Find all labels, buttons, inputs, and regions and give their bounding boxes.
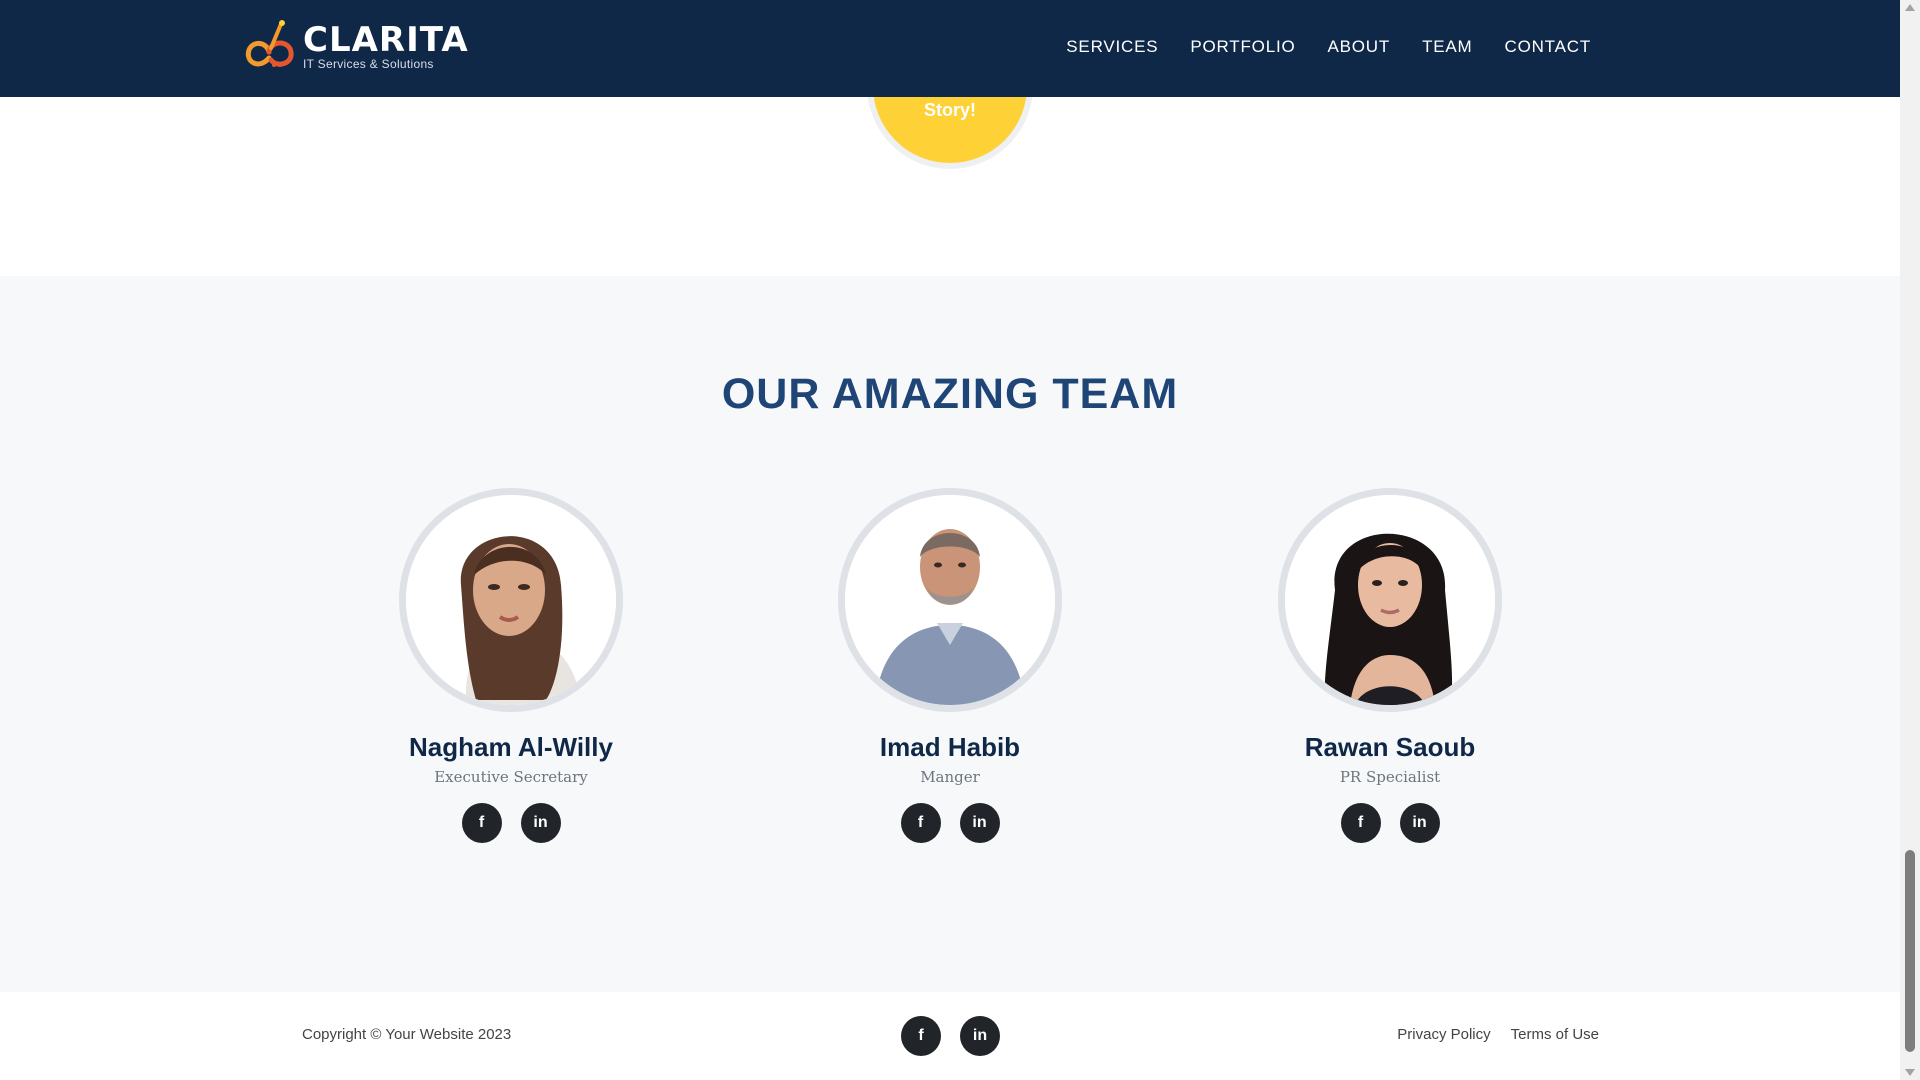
member-social-links: f in [730,803,1170,843]
team-member: Imad Habib Manger f in [730,488,1170,843]
member-avatar [399,488,623,712]
brand-name: CLARITA [303,19,469,60]
member-avatar [838,488,1062,712]
team-member: Nagham Al-Willy Executive Secretary f in [291,488,731,843]
terms-of-use-link[interactable]: Terms of Use [1511,1026,1599,1043]
story-label: Story! [923,100,976,120]
member-social-links: f in [1170,803,1610,843]
scroll-up-arrow-icon[interactable] [1905,4,1915,11]
footer: Copyright © Your Website 2023 f in Priva… [0,992,1900,1080]
member-name: Imad Habib [879,732,1021,762]
nav-about[interactable]: ABOUT [1328,36,1391,58]
woman-portrait-icon [406,495,616,705]
member-role: PR Specialist [1339,768,1441,786]
member-avatar [1278,488,1502,712]
linkedin-icon[interactable]: in [520,803,561,843]
footer-social-links: f in [901,1016,1000,1056]
copyright-text: Copyright © Your Website 2023 [302,1026,512,1043]
page: CLARITA IT Services & Solutions SERVICES… [0,0,1900,1080]
scrollbar-thumb[interactable] [1905,850,1915,1052]
vertical-scrollbar[interactable] [1900,0,1920,1080]
footer-links: Privacy Policy Terms of Use [1397,1026,1599,1043]
woman-portrait-icon [1285,495,1495,705]
nav-contact[interactable]: CONTACT [1505,36,1592,58]
nav-team[interactable]: TEAM [1422,36,1472,58]
linkedin-icon[interactable]: in [1399,803,1440,843]
member-role: Manger [920,768,980,786]
nav-services[interactable]: SERVICES [1066,36,1158,58]
man-portrait-icon [845,495,1055,705]
facebook-icon[interactable]: f [1340,803,1381,843]
team-member: Rawan Saoub PR Specialist f in [1170,488,1610,843]
member-social-links: f in [291,803,731,843]
member-name: Rawan Saoub [1304,732,1476,762]
facebook-icon[interactable]: f [900,803,941,843]
facebook-icon[interactable]: f [461,803,502,843]
nav-portfolio[interactable]: PORTFOLIO [1190,36,1295,58]
facebook-icon[interactable]: f [901,1016,941,1056]
scroll-down-arrow-icon[interactable] [1905,1069,1915,1076]
team-section: OUR AMAZING TEAM Nagham Al-Willy Executi… [0,276,1900,992]
navbar: CLARITA IT Services & Solutions SERVICES… [0,0,1900,97]
main-nav: SERVICES PORTFOLIO ABOUT TEAM CONTACT [1034,36,1591,58]
section-title: OUR AMAZING TEAM [721,370,1179,418]
privacy-policy-link[interactable]: Privacy Policy [1397,1026,1490,1043]
linkedin-icon[interactable]: in [960,1016,1000,1056]
linkedin-icon[interactable]: in [959,803,1000,843]
member-role: Executive Secretary [434,768,588,786]
member-name: Nagham Al-Willy [409,732,613,762]
brand-text: CLARITA IT Services & Solutions [303,22,469,71]
brand-logo-link[interactable]: CLARITA IT Services & Solutions [241,18,469,74]
clarita-logo-icon [245,20,294,67]
